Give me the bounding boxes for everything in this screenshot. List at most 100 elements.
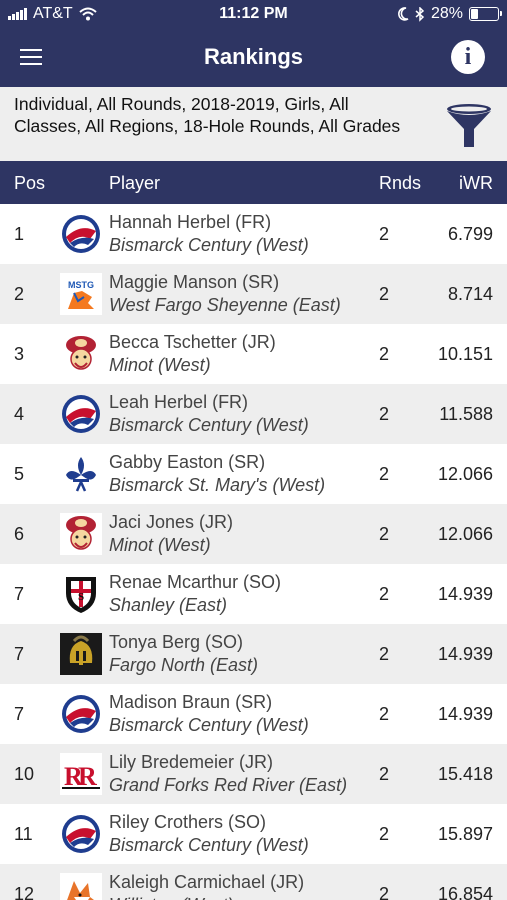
iwr-value: 11.588: [439, 404, 493, 424]
player-school: Williston (West): [109, 895, 234, 900]
player-name: Kaleigh Carmichael (JR): [109, 872, 305, 892]
player-school: West Fargo Sheyenne (East): [109, 295, 341, 315]
player-school: Fargo North (East): [109, 655, 259, 675]
iwr-value: 14.939: [437, 644, 493, 664]
player-name: Maggie Manson (SR): [109, 272, 280, 292]
rounds-count: 2: [379, 704, 390, 724]
player-name: Renae Mcarthur (SO): [109, 572, 282, 592]
player-name: Becca Tschetter (JR): [109, 332, 276, 352]
williston-coyote-logo: [60, 873, 102, 900]
info-icon[interactable]: i: [451, 40, 485, 74]
player-school: Bismarck Century (West): [109, 835, 309, 855]
battery-fill: [471, 9, 478, 19]
nav-bar: Rankings i: [0, 30, 507, 87]
iwr-value: 10.151: [437, 344, 493, 364]
player-name: Riley Crothers (SO): [109, 812, 267, 832]
status-bar: AT&T 11:12 PM 28%: [0, 0, 507, 30]
svg-text:R: R: [78, 762, 97, 791]
status-right: 28%: [397, 5, 502, 23]
top-bar: AT&T 11:12 PM 28% Rankings i: [0, 0, 507, 87]
filter-bar[interactable]: Individual, All Rounds, 2018-2019, Girls…: [0, 87, 507, 161]
row-position: 10: [14, 764, 35, 784]
rankings-list: 1 Hannah Herbel (FR) Bismarck Century (Wes…: [0, 204, 507, 900]
svg-text:MSTG: MSTG: [68, 280, 94, 290]
iwr-value: 12.066: [437, 464, 493, 484]
shanley-shield-logo: S: [60, 573, 102, 615]
header-player[interactable]: Player: [109, 173, 160, 194]
row-position: 4: [14, 404, 25, 424]
ranking-row[interactable]: 4 Leah Herbel (FR) Bismarck Century (West)…: [0, 384, 507, 444]
row-position: 2: [14, 284, 25, 304]
century-patriot-logo: [60, 393, 102, 435]
fargo-north-spartan-logo: [60, 633, 102, 675]
rounds-count: 2: [379, 764, 390, 784]
rounds-count: 2: [379, 464, 390, 484]
row-position: 3: [14, 344, 25, 364]
rounds-count: 2: [379, 224, 390, 244]
ranking-row[interactable]: 1 Hannah Herbel (FR) Bismarck Century (Wes…: [0, 204, 507, 264]
ranking-row[interactable]: 10 R R Lily Bredemeier (JR) Grand Forks Red …: [0, 744, 507, 804]
player-school: Bismarck Century (West): [109, 235, 309, 255]
row-position: 7: [14, 704, 25, 724]
iwr-value: 16.854: [437, 884, 493, 900]
player-name: Madison Braun (SR): [109, 692, 273, 712]
player-name: Leah Herbel (FR): [109, 392, 249, 412]
ranking-row[interactable]: 5 Gabby Easton (SR) Bismarck St. Mary's (W…: [0, 444, 507, 504]
rounds-count: 2: [379, 884, 390, 900]
century-patriot-logo: [60, 693, 102, 735]
header-pos[interactable]: Pos: [14, 173, 45, 194]
row-position: 7: [14, 644, 25, 664]
row-position: 1: [14, 224, 25, 244]
row-position: 12: [14, 884, 35, 900]
iwr-value: 15.418: [437, 764, 493, 784]
player-name: Hannah Herbel (FR): [109, 212, 272, 232]
player-name: Tonya Berg (SO): [109, 632, 244, 652]
player-school: Bismarck St. Mary's (West): [109, 475, 326, 495]
ranking-row[interactable]: 7 Tonya Berg (SO) Fargo North (East) 2 14.93…: [0, 624, 507, 684]
iwr-value: 14.939: [437, 704, 493, 724]
header-iwr[interactable]: iWR: [459, 173, 493, 194]
ranking-row[interactable]: 3 Becca Tschetter (JR) Minot (West) 2 10.151: [0, 324, 507, 384]
rounds-count: 2: [379, 344, 390, 364]
player-school: Bismarck Century (West): [109, 415, 309, 435]
rounds-count: 2: [379, 584, 390, 604]
table-header: Pos Player Rnds iWR: [0, 161, 507, 204]
player-name: Lily Bredemeier (JR): [109, 752, 274, 772]
bluetooth-icon: [415, 6, 425, 22]
ranking-row[interactable]: 7 Madison Braun (SR) Bismarck Century (Wes…: [0, 684, 507, 744]
rounds-count: 2: [379, 644, 390, 664]
filter-funnel-icon[interactable]: [445, 103, 493, 149]
iwr-value: 15.897: [437, 824, 493, 844]
st-marys-fleur-de-lis-logo: [60, 453, 102, 495]
header-rnds[interactable]: Rnds: [379, 173, 421, 194]
player-name: Gabby Easton (SR): [109, 452, 266, 472]
iwr-value: 12.066: [437, 524, 493, 544]
player-name: Jaci Jones (JR): [109, 512, 234, 532]
ranking-row[interactable]: 12 Kaleigh Carmichael (JR) Williston (West…: [0, 864, 507, 900]
svg-text:S: S: [78, 591, 84, 603]
player-school: Shanley (East): [109, 595, 228, 615]
iwr-value: 6.799: [447, 224, 493, 244]
rounds-count: 2: [379, 404, 390, 424]
page-title: Rankings: [203, 44, 304, 69]
red-river-rr-logo: RR: [60, 753, 102, 795]
player-school: Minot (West): [109, 355, 211, 375]
ranking-row[interactable]: 11 Riley Crothers (SO) Bismarck Century (W…: [0, 804, 507, 864]
iwr-value: 14.939: [437, 584, 493, 604]
ranking-row[interactable]: 7 S Renae Mcarthur (SO) Shanley (East) 2 14.9…: [0, 564, 507, 624]
battery-percent: 28%: [430, 5, 463, 22]
rounds-count: 2: [379, 284, 390, 304]
ranking-row[interactable]: 6 Jaci Jones (JR) Minot (West) 2 12.066: [0, 504, 507, 564]
row-position: 11: [14, 824, 33, 844]
row-position: 6: [14, 524, 25, 544]
rounds-count: 2: [379, 824, 390, 844]
ranking-row[interactable]: 2 MSTG Maggie Manson (SR) West Fargo Sheyen…: [0, 264, 507, 324]
row-position: 5: [14, 464, 25, 484]
row-position: 7: [14, 584, 25, 604]
sheyenne-mustangs-logo: MSTG: [60, 273, 102, 315]
century-patriot-logo: [60, 213, 102, 255]
filter-summary: Individual, All Rounds, 2018-2019, Girls…: [14, 94, 401, 136]
century-patriot-logo: [60, 813, 102, 855]
player-school: Minot (West): [109, 535, 211, 555]
player-school: Grand Forks Red River (East): [109, 775, 348, 795]
